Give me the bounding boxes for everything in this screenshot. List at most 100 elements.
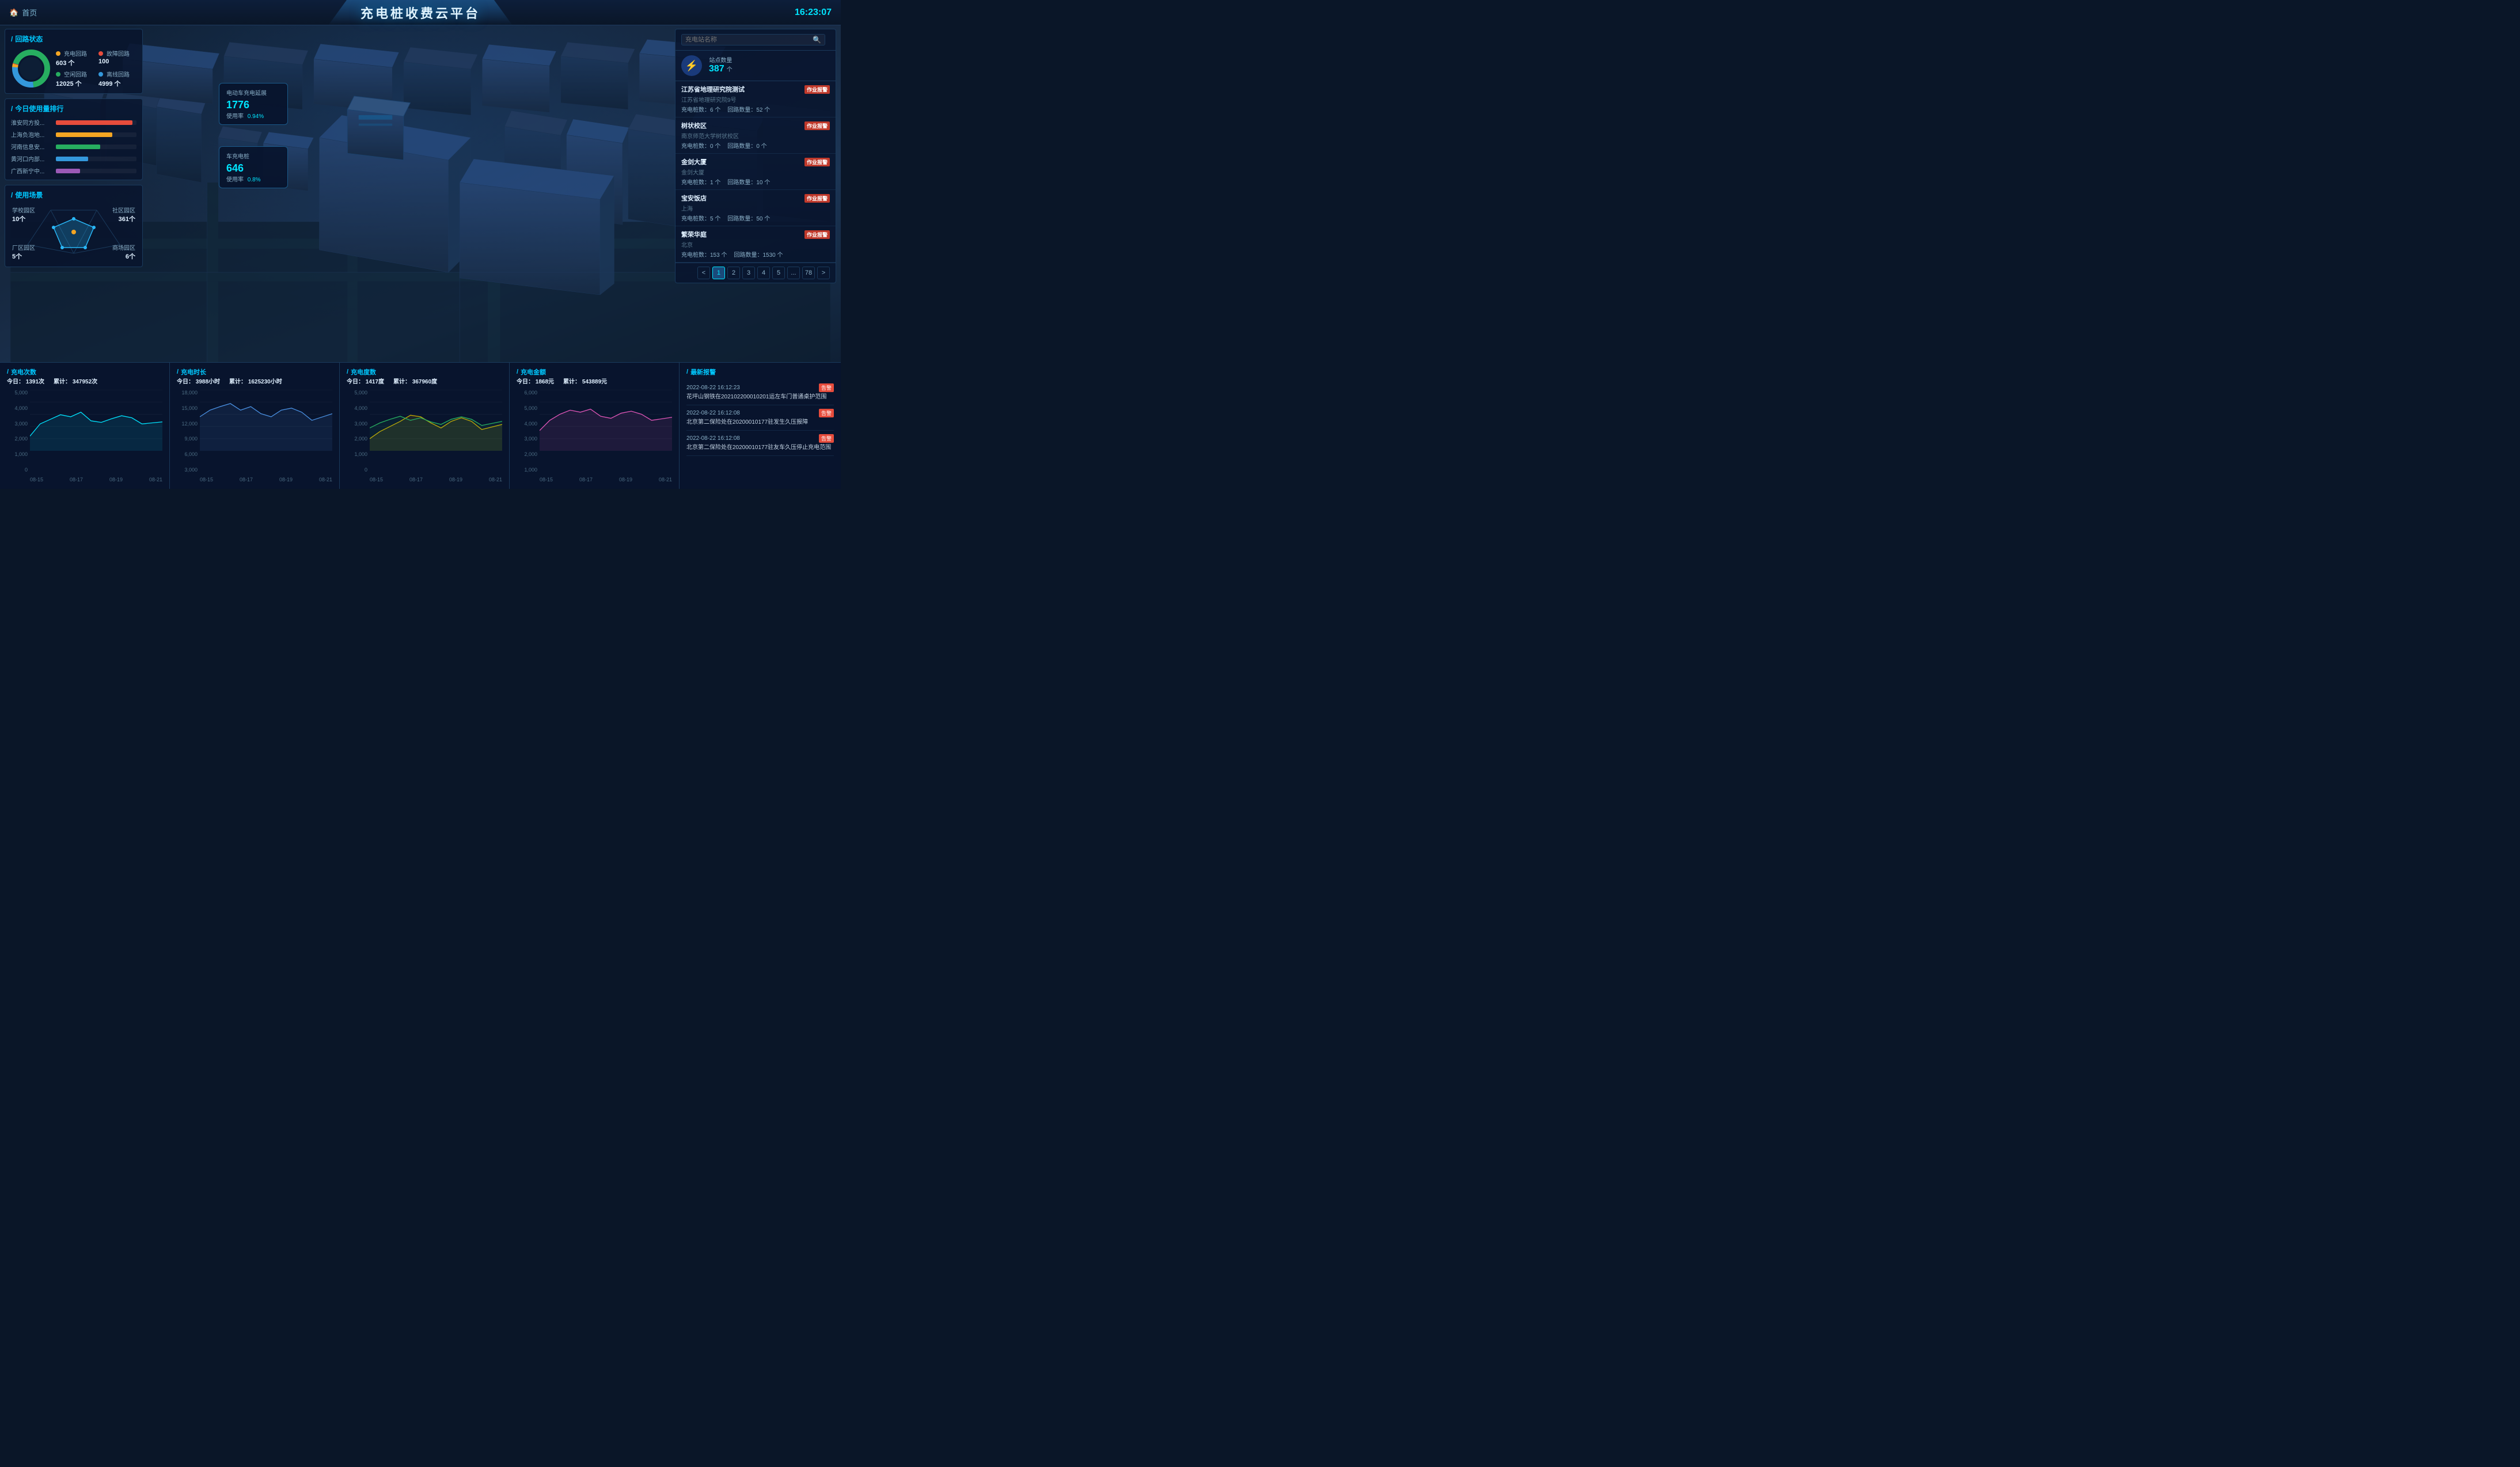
- charge-amount-header: 充电金额 今日： 1868元 累计： 543889元: [517, 367, 672, 387]
- news-time-0: 2022-08-22 16:12:23: [686, 385, 740, 391]
- news-content-0: 花坪山钢铁在202102200010201运左车门普通桌护范围: [686, 393, 834, 401]
- station-tag-3: 作业报警: [804, 194, 830, 203]
- charge-duration-title: 充电时长: [177, 367, 332, 377]
- search-icon[interactable]: 🔍: [813, 36, 821, 44]
- header: 🏠 首页 充电桩收费云平台 16:23:07: [0, 0, 841, 25]
- ranking-list: 淮安同方投... 上海负泡地... 河南信息安... 黄河口内部... 广西新宁…: [11, 118, 136, 175]
- station-count-label: 站点数量: [709, 55, 733, 64]
- home-icon: 🏠: [9, 8, 18, 17]
- charge-kwh-y-labels: 5,000 4,000 3,000 2,000 1,000 0: [347, 390, 370, 473]
- charge-kwh-chart: 5,000 4,000 3,000 2,000 1,000 0: [347, 390, 502, 484]
- news-tag-2: 告警: [819, 434, 834, 443]
- page-5[interactable]: 5: [772, 267, 785, 279]
- loop-status-title: 回路状态: [11, 34, 136, 44]
- charge-count-total: 累计： 347952次: [54, 377, 97, 385]
- station-item-1[interactable]: 树状校区 作业报警 南京师范大学树状校区 充电桩数：0 个 回路数量：0 个: [675, 117, 836, 154]
- news-time-2: 2022-08-22 16:12:08: [686, 435, 740, 442]
- bar-0: [56, 120, 132, 125]
- ev-range-card: 电动车充电延展 1776 使用率 0.94%: [219, 83, 288, 125]
- news-item-0: 2022-08-22 16:12:23 告警 花坪山钢铁在20210220001…: [686, 380, 834, 405]
- charge-amount-x-labels: 08-15 08-17 08-19 08-21: [540, 475, 672, 484]
- station-name-4: 繁荣华庭 作业报警: [681, 230, 830, 239]
- prev-page[interactable]: <: [697, 267, 710, 279]
- scene-factory: 厂区园区 5个: [12, 243, 35, 261]
- charge-kwh-header: 充电度数 今日： 1417度 累计： 367960度: [347, 367, 502, 387]
- legend-idle: 空闲回路 12025 个: [56, 70, 94, 88]
- usage-ranking-title: 今日使用量排行: [11, 104, 136, 113]
- charge-kwh-today: 今日： 1417度: [347, 377, 384, 385]
- usage-scene-title: 使用场景: [11, 190, 136, 200]
- charge-count-svg: [30, 390, 162, 451]
- station-sub-4: 北京: [681, 240, 830, 249]
- ev-range-sub: 使用率 0.94%: [226, 111, 280, 120]
- charge-kwh-title: 充电度数: [347, 367, 502, 377]
- car-pile-title: 车充电桩: [226, 151, 280, 160]
- bottom-section: 充电次数 今日： 1391次 累计： 347952次 5,000 4,000 3…: [0, 362, 841, 489]
- right-panel: 🔍 ⚡ 站点数量 387 个 江苏省地理研究院测试 作业报警 江苏省地理研究院9…: [675, 29, 836, 283]
- station-count-unit: 个: [727, 64, 733, 73]
- scene-labels: 学校园区 10个 社区园区 361个 厂区园区 5个 商场园区 6个: [11, 204, 136, 262]
- right-panel-header: 🔍: [675, 29, 836, 51]
- fault-dot: [98, 51, 103, 56]
- station-list: 江苏省地理研究院测试 作业报警 江苏省地理研究院9号 充电桩数：6 个 回路数量…: [675, 81, 836, 263]
- station-count-box: 站点数量 387 个: [709, 55, 733, 76]
- search-box[interactable]: 🔍: [681, 34, 825, 45]
- charge-count-y-labels: 5,000 4,000 3,000 2,000 1,000 0: [7, 390, 30, 473]
- page-4[interactable]: 4: [757, 267, 770, 279]
- station-sub-3: 上海: [681, 204, 830, 212]
- station-sub-1: 南京师范大学树状校区: [681, 131, 830, 140]
- home-nav[interactable]: 🏠 首页: [9, 7, 37, 18]
- station-icon-area: ⚡: [681, 55, 702, 76]
- scene-mall: 商场园区 6个: [112, 243, 135, 261]
- offline-dot: [98, 72, 103, 77]
- station-name-3: 宝安饭店 作业报警: [681, 193, 830, 203]
- bar-1: [56, 132, 112, 137]
- station-item-3[interactable]: 宝安饭店 作业报警 上海 充电桩数：5 个 回路数量：50 个: [675, 190, 836, 226]
- charge-amount-chart: 6,000 5,000 4,000 3,000 2,000 1,000 08-1…: [517, 390, 672, 484]
- station-item-0[interactable]: 江苏省地理研究院测试 作业报警 江苏省地理研究院9号 充电桩数：6 个 回路数量…: [675, 81, 836, 117]
- home-label: 首页: [22, 7, 37, 18]
- news-tag-0: 告警: [819, 383, 834, 392]
- scene-chart: 学校园区 10个 社区园区 361个 厂区园区 5个 商场园区 6个: [11, 204, 136, 262]
- charge-kwh-panel: 充电度数 今日： 1417度 累计： 367960度 5,000 4,000 3…: [340, 363, 510, 489]
- charge-duration-svg: [200, 390, 332, 451]
- charge-count-header: 充电次数 今日： 1391次 累计： 347952次: [7, 367, 162, 387]
- legend-offline: 离线回路 4999 个: [98, 70, 136, 88]
- charge-duration-panel: 充电时长 今日： 3988小时 累计： 1625230小时 18,000 15,…: [170, 363, 340, 489]
- next-page[interactable]: >: [817, 267, 830, 279]
- charge-kwh-total: 累计： 367960度: [393, 377, 437, 385]
- news-item-1: 2022-08-22 16:12:08 告警 北京第二保险处在202000101…: [686, 405, 834, 431]
- station-tag-0: 作业报警: [804, 85, 830, 94]
- station-sub-0: 江苏省地理研究院9号: [681, 95, 830, 104]
- charge-kwh-x-labels: 08-15 08-17 08-19 08-21: [370, 475, 502, 484]
- car-pile-card: 车充电桩 646 使用率 0.8%: [219, 146, 288, 188]
- car-pile-value: 646: [226, 162, 280, 174]
- charge-count-x-labels: 08-15 08-17 08-19 08-21: [30, 475, 162, 484]
- station-item-4[interactable]: 繁荣华庭 作业报警 北京 充电桩数：153 个 回路数量：1530 个: [675, 226, 836, 263]
- charge-kwh-svg: [370, 390, 502, 451]
- charge-count-stats: 今日： 1391次 累计： 347952次: [7, 377, 162, 385]
- news-content-1: 北京第二保险处在20200010177驻发生久压报障: [686, 419, 834, 427]
- loop-status-section: 回路状态 充电回路: [5, 29, 143, 94]
- donut-chart: [11, 48, 51, 89]
- station-count-row: 387 个: [709, 64, 733, 74]
- usage-scene-section: 使用场景: [5, 185, 143, 267]
- charge-duration-y-labels: 18,000 15,000 12,000 9,000 6,000 3,000: [177, 390, 200, 473]
- page-title: 充电桩收费云平台: [360, 3, 480, 22]
- bar-3: [56, 157, 88, 161]
- search-input[interactable]: [685, 36, 813, 43]
- scene-community: 社区园区 361个: [112, 206, 135, 223]
- ranking-item-3: 黄河口内部...: [11, 154, 136, 163]
- pagination: < 1 2 3 4 5 ... 78 >: [675, 263, 836, 283]
- station-item-2[interactable]: 金剑大厦 作业报警 金剑大厦 充电桩数：1 个 回路数量：10 个: [675, 154, 836, 190]
- page-78[interactable]: 78: [802, 267, 815, 279]
- page-2[interactable]: 2: [727, 267, 740, 279]
- station-name-1: 树状校区 作业报警: [681, 121, 830, 130]
- ranking-item-0: 淮安同方投...: [11, 118, 136, 127]
- charge-count-panel: 充电次数 今日： 1391次 累计： 347952次 5,000 4,000 3…: [0, 363, 170, 489]
- ev-range-title: 电动车充电延展: [226, 88, 280, 97]
- page-3[interactable]: 3: [742, 267, 755, 279]
- bar-2: [56, 145, 100, 149]
- page-1[interactable]: 1: [712, 267, 725, 279]
- loop-legend: 充电回路 603 个 故障回路 100 空闲回路 1202: [56, 49, 136, 88]
